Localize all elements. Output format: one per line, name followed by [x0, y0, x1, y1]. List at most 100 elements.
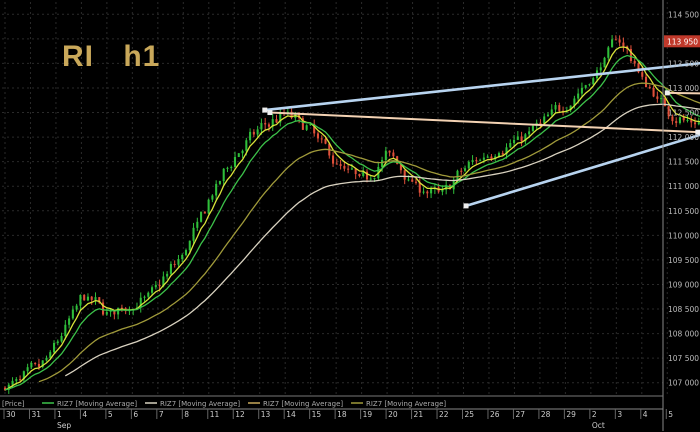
x-tick-label: 4: [643, 410, 648, 419]
candle-body: [471, 160, 474, 162]
last-price-label: 113 950: [667, 37, 698, 46]
x-tick-label: 11: [210, 410, 220, 419]
candle-body: [237, 153, 240, 158]
candle-body: [30, 362, 33, 368]
candle-body: [34, 362, 37, 364]
candle-body: [599, 67, 602, 71]
candle-body: [86, 296, 89, 301]
candle-body: [339, 164, 342, 166]
candle-body: [45, 357, 48, 361]
title-symbol: RI: [62, 40, 94, 73]
candle-body: [411, 179, 414, 182]
candle-body: [479, 159, 482, 161]
candle-body: [430, 188, 433, 194]
candle-body: [275, 119, 278, 123]
x-tick-label: 3: [617, 410, 622, 419]
candle-body: [694, 122, 697, 125]
candle-body: [52, 342, 56, 353]
candle-body: [456, 170, 459, 180]
y-tick-label: 107 000: [668, 379, 699, 388]
candle-body: [211, 195, 214, 200]
candle-body: [678, 117, 682, 123]
candle-body: [686, 119, 689, 121]
candle-body: [71, 309, 74, 319]
x-tick-label: 20: [388, 410, 398, 419]
x-tick-label: 21: [414, 410, 424, 419]
candle-body: [11, 380, 14, 385]
candle-body: [675, 121, 678, 123]
candle-body: [147, 292, 150, 297]
candle-body: [267, 124, 270, 127]
candle-body: [577, 93, 580, 99]
candle-body: [166, 273, 169, 277]
trendlines-layer: [262, 61, 700, 209]
candle-body: [622, 42, 625, 47]
chart-title: RI h1: [62, 40, 180, 74]
trendline-anchor: [463, 203, 469, 209]
candle-body: [332, 155, 335, 164]
x-tick-label: 26: [490, 410, 500, 419]
x-tick-label: 5: [108, 410, 113, 419]
candle-body: [682, 117, 685, 121]
y-tick-label: 107 500: [668, 354, 699, 363]
candle-body: [588, 84, 591, 86]
candle-body: [49, 352, 52, 358]
candle-body: [75, 305, 78, 310]
ma-fast-line: [4, 46, 700, 391]
legend-label: RIZ7 [Moving Average]: [366, 400, 446, 408]
candle-body: [233, 157, 237, 167]
candle-body: [422, 191, 425, 193]
x-tick-label: 7: [159, 410, 164, 419]
candle-body: [143, 296, 146, 298]
y-tick-label: 110 500: [668, 207, 699, 216]
candle-body: [252, 131, 255, 135]
title-timeframe: h1: [123, 40, 161, 73]
candle-body: [222, 168, 225, 182]
candle-body: [652, 87, 655, 97]
candle-body: [656, 96, 659, 99]
candle-body: [94, 297, 97, 300]
candle-body: [592, 78, 595, 85]
candle-body: [467, 161, 470, 169]
x-tick-label: 14: [286, 410, 296, 419]
candle-body: [528, 131, 531, 135]
candle-body: [516, 136, 519, 140]
x-tick-label: 22: [439, 410, 449, 419]
candle-body: [392, 152, 395, 157]
ma-mid-line: [4, 54, 700, 391]
candle-body: [173, 263, 176, 265]
candle-body: [520, 136, 523, 142]
trendline-anchor: [267, 110, 273, 116]
legend-label: RIZ7 [Moving Average]: [57, 400, 137, 408]
candle-body: [513, 139, 516, 144]
candle-body: [324, 139, 327, 144]
candle-body: [256, 129, 259, 135]
candle-body: [154, 284, 157, 288]
candle-body: [196, 221, 199, 228]
candle-body: [509, 143, 512, 148]
candle-body: [83, 294, 86, 301]
candle-body: [381, 160, 384, 167]
candle-body: [343, 165, 346, 169]
candle-body: [203, 211, 206, 214]
y-tick-label: 113 500: [668, 59, 699, 68]
legend-bar: [Price] RIZ7 [Moving Average] RIZ7 [Moving…: [0, 395, 663, 408]
candle-body: [486, 156, 489, 158]
candle-body: [554, 105, 557, 110]
candle-body: [230, 166, 233, 168]
candle-body: [611, 39, 614, 48]
candle-body: [633, 61, 636, 64]
candles-layer: [3, 35, 700, 394]
x-tick-label: 31: [31, 410, 41, 419]
y-tick-label: 108 500: [668, 305, 699, 314]
candle-body: [264, 123, 267, 125]
candle-body: [200, 211, 203, 222]
candle-body: [482, 157, 485, 160]
candle-body: [414, 181, 418, 183]
candle-body: [335, 163, 338, 165]
candle-body: [68, 318, 71, 325]
candle-body: [184, 250, 188, 255]
moving-averages-layer: [4, 46, 700, 391]
candle-body: [64, 324, 67, 336]
candle-body: [558, 105, 561, 111]
